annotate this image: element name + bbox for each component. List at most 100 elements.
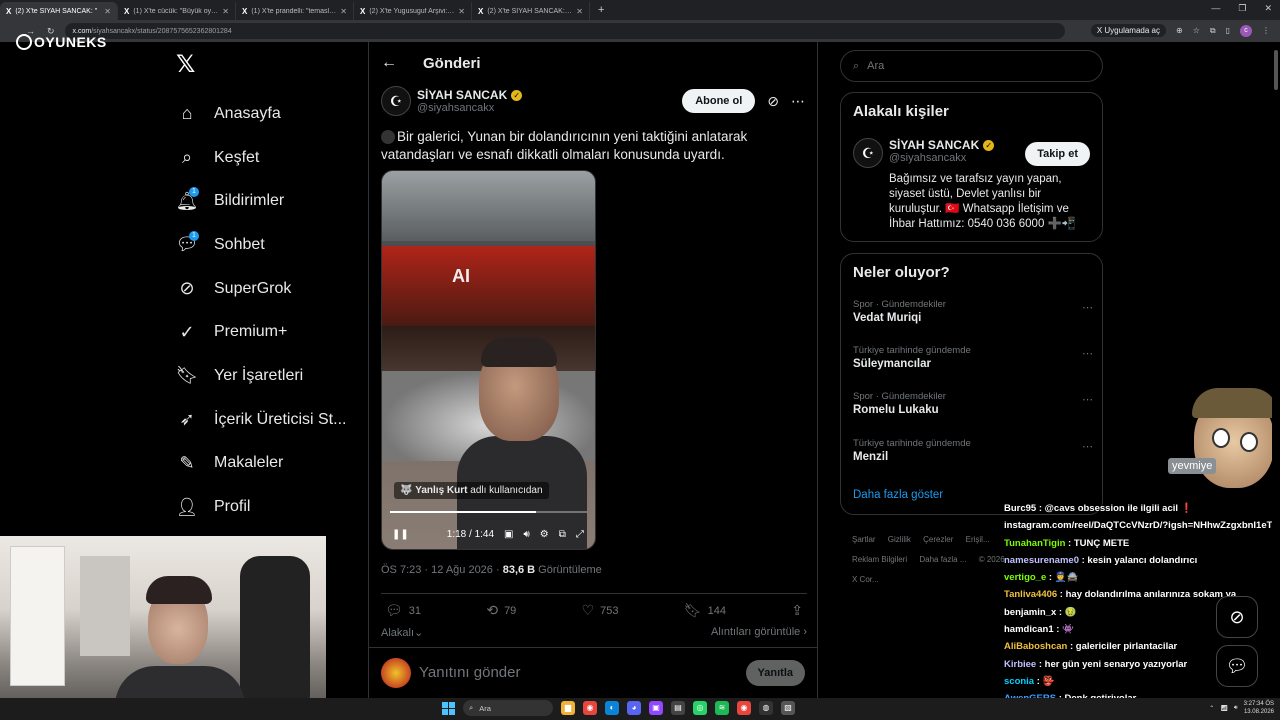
- related-dropdown[interactable]: Alakalı⌄: [381, 626, 423, 639]
- view-quotes-link[interactable]: Alıntıları görüntüle ›: [711, 626, 807, 639]
- nav-item-creator-studio[interactable]: ➶ İçerik Üreticisi St...: [168, 398, 358, 442]
- tray-chevron-icon[interactable]: ⌃: [1209, 705, 1214, 712]
- captions-icon[interactable]: ▣: [504, 529, 513, 540]
- close-icon[interactable]: ✕: [576, 7, 583, 16]
- nav-item-articles[interactable]: ✎ Makaleler: [168, 442, 358, 486]
- avatar[interactable]: ☪: [381, 86, 411, 116]
- more-options-icon[interactable]: ⋯: [1082, 301, 1093, 314]
- trend-item[interactable]: Türkiye tarihinde gündemde Menzil ⋯: [853, 438, 1093, 463]
- whatsapp-icon[interactable]: ◎: [693, 701, 707, 715]
- search-input[interactable]: ⌕ Ara: [840, 50, 1103, 82]
- author-name-row[interactable]: SİYAH SANCAK ✓: [417, 88, 523, 102]
- reply-button[interactable]: 💬︎ 31: [385, 602, 421, 619]
- related-person[interactable]: ☪ SİYAH SANCAK ✓ @siyahsancakx: [853, 138, 995, 168]
- profile-avatar-icon[interactable]: c: [1240, 24, 1252, 37]
- grok-icon[interactable]: ⊘: [767, 93, 779, 110]
- nav-item-premium[interactable]: ✓ Premium+: [168, 310, 358, 354]
- follow-button[interactable]: Takip et: [1025, 142, 1090, 166]
- post-timestamp[interactable]: ÖS 7:23 · 12 Ağu 2026 ·: [381, 564, 503, 576]
- file-explorer-icon[interactable]: ▆: [561, 701, 575, 715]
- footer-link[interactable]: Daha fazla ...: [919, 555, 966, 564]
- close-icon[interactable]: ✕: [458, 7, 465, 16]
- settings-icon[interactable]: ⚙: [540, 529, 549, 540]
- scrollbar-thumb[interactable]: [1274, 50, 1278, 90]
- more-options-icon[interactable]: ⋯: [1082, 347, 1093, 360]
- twitch-icon[interactable]: ▣: [649, 701, 663, 715]
- menu-dots-icon[interactable]: ⋮: [1262, 26, 1270, 35]
- open-in-app-button[interactable]: X Uygulamada aç: [1090, 24, 1166, 37]
- browser-tab[interactable]: X(1) X'te cücük: "Büyük oyunu gi ✕: [118, 2, 236, 20]
- nav-item-chat[interactable]: 💬︎ 1 Sohbet: [168, 223, 358, 267]
- trend-item[interactable]: Spor · Gündemdekiler Romelu Lukaku ⋯: [853, 391, 1093, 416]
- spotify-icon[interactable]: ≋: [715, 701, 729, 715]
- share-button[interactable]: ⇪: [791, 602, 803, 619]
- video-player[interactable]: AI 🐺 Yanlış Kurt adlı kullanıcıdan ❚❚ 1:…: [381, 170, 596, 550]
- avatar[interactable]: ☪: [853, 138, 883, 168]
- nav-item-supergrok[interactable]: ⊘ SuperGrok: [168, 267, 358, 311]
- user-avatar[interactable]: [381, 657, 411, 688]
- app-icon[interactable]: ▤: [671, 701, 685, 715]
- sidebar-icon[interactable]: ▯: [1226, 26, 1230, 35]
- more-options-icon[interactable]: ⋯: [1082, 393, 1093, 406]
- reply-submit-button[interactable]: Yanıtla: [745, 659, 805, 686]
- reply-input[interactable]: Yanıtını gönder: [419, 664, 520, 681]
- back-arrow-icon[interactable]: ←: [381, 54, 397, 72]
- browser-tab[interactable]: X(2) X'te SİYAH SANCAK: "🔵 Ne ✕: [472, 2, 590, 20]
- obs-icon[interactable]: ◍: [759, 701, 773, 715]
- trend-item[interactable]: Spor · Gündemdekiler Vedat Muriqi ⋯: [853, 299, 1093, 324]
- maximize-icon[interactable]: ❐: [1238, 3, 1246, 14]
- edge-icon[interactable]: ◐: [605, 701, 619, 715]
- close-icon[interactable]: ✕: [222, 7, 229, 16]
- url-field[interactable]: x.com/siyahsancakx/status/20875756523628…: [64, 23, 1065, 39]
- more-options-icon[interactable]: ⋯: [1082, 440, 1093, 453]
- clock[interactable]: 3:27:34 ÖS 13.08.2026: [1244, 700, 1274, 716]
- repost-button[interactable]: ⟲ 79: [486, 602, 516, 619]
- footer-link[interactable]: Çerezler: [923, 535, 953, 544]
- like-button[interactable]: ♡ 753: [582, 602, 619, 619]
- volume-icon[interactable]: 🔊︎: [523, 529, 529, 540]
- close-icon[interactable]: ✕: [340, 7, 347, 16]
- nav-item-home[interactable]: ⌂ Anasayfa: [168, 92, 358, 136]
- fullscreen-icon[interactable]: ⤢: [576, 529, 584, 540]
- trend-item[interactable]: Türkiye tarihinde gündemde Süleymancılar ⋯: [853, 345, 1093, 370]
- footer-link[interactable]: Şartlar: [852, 535, 876, 544]
- page-scrollbar[interactable]: [1272, 42, 1280, 698]
- close-icon[interactable]: ✕: [104, 7, 111, 16]
- network-icon[interactable]: 📶︎: [1220, 705, 1228, 712]
- browser-tab[interactable]: X (2) X'te SİYAH SANCAK: " ✕: [0, 2, 118, 20]
- pause-icon[interactable]: ❚❚: [392, 529, 409, 540]
- nav-item-bookmarks[interactable]: 🔖︎ Yer İşaretleri: [168, 354, 358, 398]
- browser-tab[interactable]: X(2) X'te Yugusuguf Arşivi: "özgü ✕: [354, 2, 472, 20]
- nav-item-explore[interactable]: ⌕ Keşfet: [168, 136, 358, 180]
- new-tab-button[interactable]: +: [590, 4, 612, 16]
- footer-link[interactable]: Gizlilik: [888, 535, 911, 544]
- close-window-icon[interactable]: ✕: [1264, 3, 1272, 14]
- footer-link[interactable]: Reklam Bilgileri: [852, 555, 907, 564]
- chrome-icon[interactable]: ◉: [583, 701, 597, 715]
- volume-icon[interactable]: 🔊︎: [1234, 705, 1238, 712]
- footer-link[interactable]: Erişil...: [966, 535, 990, 544]
- minimize-icon[interactable]: —: [1211, 3, 1220, 14]
- nav-item-notifications[interactable]: 🔔︎ 1 Bildirimler: [168, 179, 358, 223]
- video-progress-bar[interactable]: [390, 511, 587, 513]
- messages-float-button[interactable]: 💬︎: [1216, 645, 1258, 687]
- discord-icon[interactable]: ◕: [627, 701, 641, 715]
- chrome-icon[interactable]: ◉: [737, 701, 751, 715]
- extensions-icon[interactable]: ⧉: [1210, 26, 1216, 36]
- bookmark-button[interactable]: 🔖︎ 144: [684, 602, 726, 619]
- browser-tab[interactable]: X (1) X'te prandelli: "temaslar htt ✕: [236, 2, 354, 20]
- video-credit[interactable]: 🐺 Yanlış Kurt adlı kullanıcıdan: [394, 482, 549, 499]
- taskbar-search[interactable]: ⌕ Ara: [463, 700, 553, 716]
- grok-float-button[interactable]: ⊘: [1216, 596, 1258, 638]
- more-options-icon[interactable]: ⋯: [791, 93, 805, 110]
- author-handle[interactable]: @siyahsancakx: [417, 102, 522, 114]
- zoom-icon[interactable]: ⊕: [1176, 26, 1183, 35]
- subscribe-button[interactable]: Abone ol: [682, 89, 756, 113]
- nav-item-profile[interactable]: 👤︎ Profil: [168, 485, 358, 529]
- show-more-link[interactable]: Daha fazla göster: [853, 489, 943, 501]
- star-icon[interactable]: ☆: [1193, 26, 1200, 35]
- app-icon[interactable]: ▧: [781, 701, 795, 715]
- windows-start-icon[interactable]: [442, 701, 455, 715]
- pip-icon[interactable]: ⧉: [559, 529, 566, 540]
- x-logo-icon[interactable]: 𝕏: [176, 50, 214, 80]
